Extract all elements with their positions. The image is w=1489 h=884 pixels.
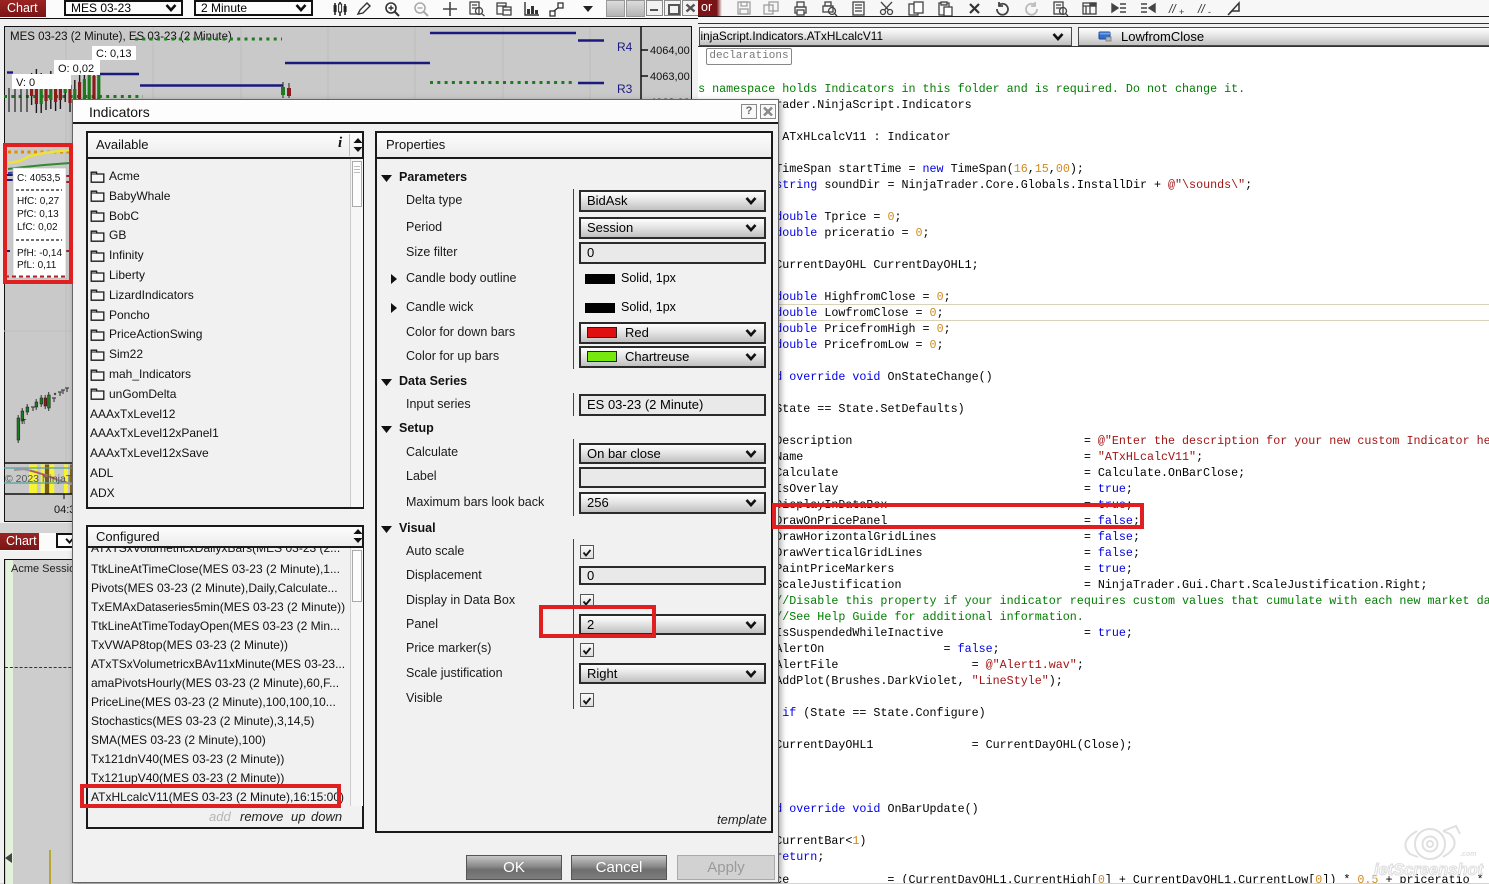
svg-text:.com: .com (1460, 851, 1476, 858)
svg-text:-: - (1208, 7, 1211, 16)
svg-text://: // (1168, 2, 1177, 16)
svg-text:4063,00: 4063,00 (650, 71, 690, 83)
svg-text:R3: R3 (617, 82, 633, 96)
svg-text:C: 0,13: C: 0,13 (96, 48, 131, 60)
svg-text:© 2023 NinjaT: © 2023 NinjaT (5, 473, 73, 485)
svg-text:R4: R4 (617, 40, 633, 54)
svg-text:O: 0,02: O: 0,02 (58, 63, 94, 75)
svg-text://: // (1197, 2, 1206, 16)
svg-text:T: T (22, 419, 27, 426)
svg-text:jetScreenshot: jetScreenshot (1372, 861, 1485, 879)
svg-text:MES 03-23 (2 Minute), ES 03-23: MES 03-23 (2 Minute), ES 03-23 (2 Minute… (10, 31, 232, 43)
svg-text:V: 0: V: 0 (16, 77, 35, 89)
svg-text:4064,00: 4064,00 (650, 45, 690, 57)
svg-text:+: + (1179, 7, 1184, 16)
